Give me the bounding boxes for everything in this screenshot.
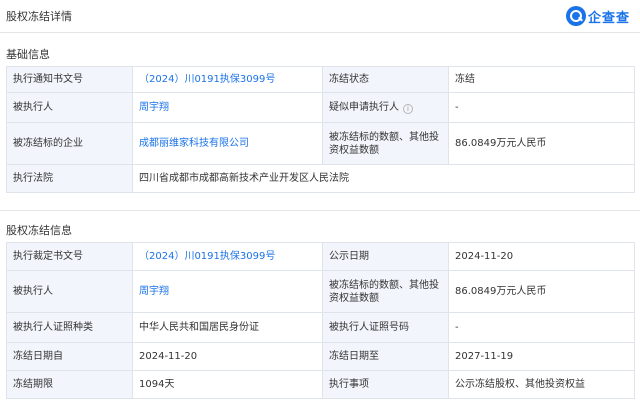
table-row: 执行通知书文号 （2024）川0191执保3099号 冻结状态 冻结 [6, 66, 635, 93]
id-type-label: 被执行人证照种类 [6, 312, 133, 343]
ruling-no-cell: （2024）川0191执保3099号 [132, 242, 323, 271]
freeze-amount-value: 86.0849万元人民币 [448, 270, 635, 313]
page-title: 股权冻结详情 [6, 10, 72, 23]
table-row: 执行裁定书文号 （2024）川0191执保3099号 公示日期 2024-11-… [6, 242, 635, 271]
freeze-amount-label: 被冻结标的数额、其他投资权益数额 [322, 270, 449, 313]
notice-no-label: 执行通知书文号 [6, 66, 133, 93]
logo-text: 企查查 [587, 10, 630, 26]
status-value: 冻结 [448, 66, 635, 93]
freeze-info-table: 执行裁定书文号 （2024）川0191执保3099号 公示日期 2024-11-… [6, 242, 635, 399]
qichacha-logo[interactable]: 企查查 [565, 5, 630, 27]
id-no-value: - [448, 312, 635, 343]
table-row: 被冻结标的企业 成都丽维家科技有限公司 被冻结标的数额、其他投资权益数额 86.… [6, 122, 635, 165]
publish-date-value: 2024-11-20 [448, 242, 635, 271]
amount-label: 被冻结标的数额、其他投资权益数额 [322, 122, 449, 165]
company-cell: 成都丽维家科技有限公司 [132, 122, 323, 165]
section-divider [0, 210, 640, 211]
header: 股权冻结详情 企查查 [0, 0, 640, 32]
section-title-basic: 基础信息 [6, 48, 50, 61]
amount-value: 86.0849万元人民币 [448, 122, 635, 165]
notice-no-link[interactable]: （2024）川0191执保3099号 [139, 74, 275, 85]
matter-label: 执行事项 [322, 370, 449, 399]
suspected-value: - [448, 92, 635, 123]
start-date-value: 2024-11-20 [132, 342, 323, 371]
period-label: 冻结期限 [6, 370, 133, 399]
freeze-executee-link[interactable]: 周宇翔 [139, 286, 169, 297]
table-row: 冻结期限 1094天 执行事项 公示冻结股权、其他投资权益 [6, 370, 635, 399]
matter-value: 公示冻结股权、其他投资权益 [448, 370, 635, 399]
executee-cell: 周宇翔 [132, 92, 323, 123]
freeze-executee-label: 被执行人 [6, 270, 133, 313]
qichacha-logo-icon [565, 6, 586, 26]
table-row: 冻结日期自 2024-11-20 冻结日期至 2027-11-19 [6, 342, 635, 371]
table-row: 被执行人 周宇翔 疑似申请执行人 i - [6, 92, 635, 123]
status-label: 冻结状态 [322, 66, 449, 93]
notice-no-cell: （2024）川0191执保3099号 [132, 66, 323, 93]
table-row: 被执行人 周宇翔 被冻结标的数额、其他投资权益数额 86.0849万元人民币 [6, 270, 635, 313]
info-icon[interactable]: i [403, 104, 413, 114]
id-no-label: 被执行人证照号码 [322, 312, 449, 343]
header-divider [0, 32, 640, 33]
company-link[interactable]: 成都丽维家科技有限公司 [139, 138, 249, 149]
table-row: 执行法院 四川省成都市成都高新技术产业开发区人民法院 [6, 164, 635, 193]
company-label: 被冻结标的企业 [6, 122, 133, 165]
end-date-label: 冻结日期至 [322, 342, 449, 371]
suspected-label-cell: 疑似申请执行人 i [322, 92, 449, 123]
executee-label: 被执行人 [6, 92, 133, 123]
start-date-label: 冻结日期自 [6, 342, 133, 371]
court-value: 四川省成都市成都高新技术产业开发区人民法院 [132, 164, 635, 193]
ruling-no-link[interactable]: （2024）川0191执保3099号 [139, 251, 275, 262]
ruling-no-label: 执行裁定书文号 [6, 242, 133, 271]
period-value: 1094天 [132, 370, 323, 399]
executee-link[interactable]: 周宇翔 [139, 102, 169, 113]
basic-info-table: 执行通知书文号 （2024）川0191执保3099号 冻结状态 冻结 被执行人 … [6, 66, 635, 193]
freeze-executee-cell: 周宇翔 [132, 270, 323, 313]
publish-date-label: 公示日期 [322, 242, 449, 271]
section-title-freeze: 股权冻结信息 [6, 224, 72, 237]
table-row: 被执行人证照种类 中华人民共和国居民身份证 被执行人证照号码 - [6, 312, 635, 343]
court-label: 执行法院 [6, 164, 133, 193]
suspected-label: 疑似申请执行人 [329, 102, 399, 113]
end-date-value: 2027-11-19 [448, 342, 635, 371]
id-type-value: 中华人民共和国居民身份证 [132, 312, 323, 343]
